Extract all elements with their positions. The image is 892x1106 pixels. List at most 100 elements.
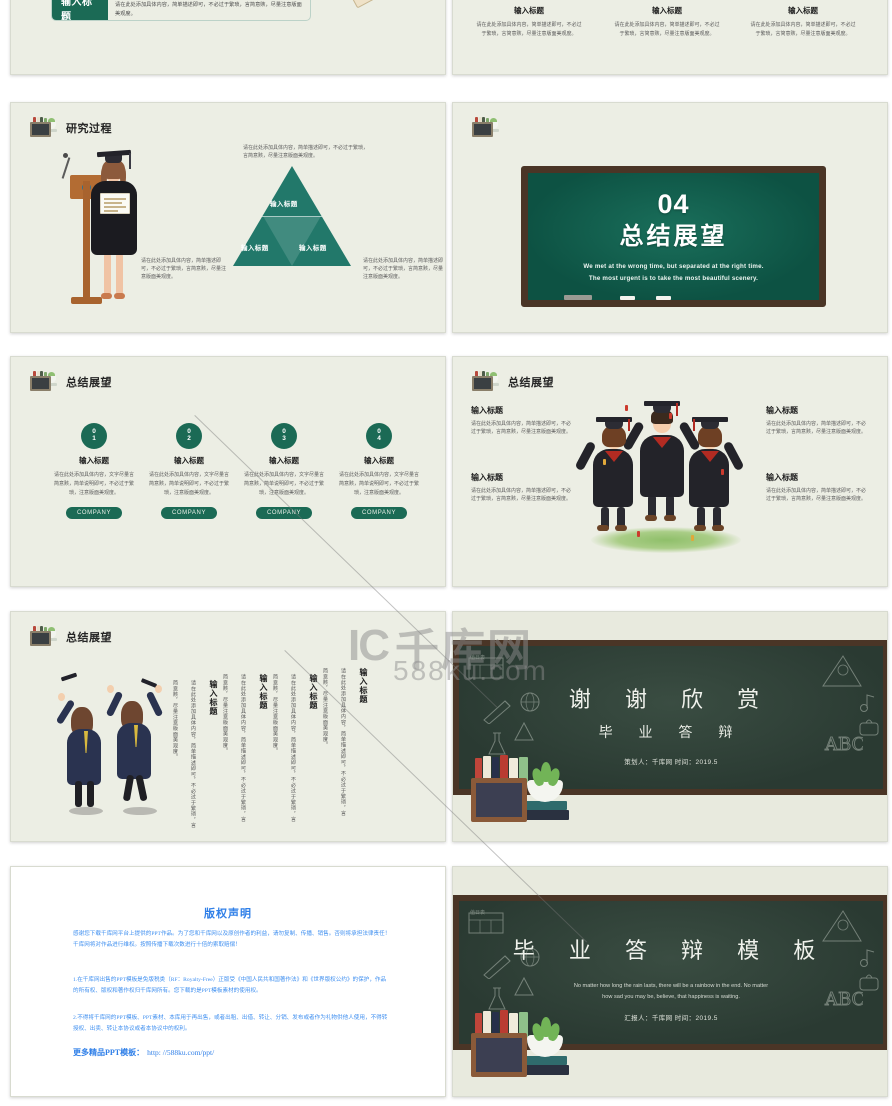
doodle-geometry-icon bbox=[822, 655, 862, 687]
caption-text: 请在此处添加具体内容，简单描述即可，不必过于繁琐，言简意赅，尽量注意版面美观度。 bbox=[750, 22, 856, 37]
section-english-1: We met at the wrong time, but separated … bbox=[583, 263, 764, 270]
block-title: 输入标题 bbox=[471, 406, 503, 415]
caption-text: 请在此处添加具体内容，简单描述即可，不必过于繁琐，言简意赅，尽量注意版面美观度。 bbox=[476, 22, 582, 37]
slide-thumbnail-content-list[interactable]: 输入标题 请在此处添加具体内容，简单描述即可，不必过于繁琐，言简意赅，尽量注意版… bbox=[10, 0, 446, 75]
company-button[interactable]: COMPANY bbox=[160, 507, 218, 519]
step-title: 输入标题 bbox=[269, 456, 299, 465]
slide-header: 总结展望 bbox=[29, 371, 112, 392]
vertical-column-text: 请在此处添加具体内容，简单描述即可，不必过于繁琐，言简意赅，尽量注意版面美观度。 bbox=[222, 674, 252, 824]
step-text: 请在此处添加具体内容，文字尽量言简意赅，简单说明即可，不必过于繁琐，注意版面美观… bbox=[53, 472, 134, 496]
podium-graduate-illustration bbox=[59, 145, 169, 317]
tag-text: 请在此处添加具体内容，简单描述即可，不必过于繁琐，言简意赅，尽量注意版面美观度。 bbox=[115, 2, 302, 17]
step-number-badge: 0 2 bbox=[176, 423, 202, 449]
caption-title: 输入标题 bbox=[652, 6, 682, 15]
vertical-title: 输入标题 bbox=[309, 674, 318, 710]
block-title: 输入标题 bbox=[766, 473, 798, 482]
slide-thumbnail-copyright[interactable]: 版权声明 感谢您下载千库网平台上提供的PPT作品。为了您和千库网以及原创作者的利… bbox=[10, 866, 446, 1097]
mini-chalkboard bbox=[471, 778, 527, 822]
doodle-note-icon bbox=[860, 949, 875, 967]
graduate-figure bbox=[83, 145, 153, 315]
doodle-label: 值日表 bbox=[470, 655, 486, 661]
block-text: 请在此处添加具体内容，简单描述即可，不必过于繁琐，言简意赅，尽量注意版面美观度。 bbox=[471, 488, 572, 502]
step-number-bottom: 1 bbox=[92, 435, 96, 442]
confetti bbox=[669, 413, 672, 419]
slide-header bbox=[471, 117, 499, 138]
slide-title: 总结展望 bbox=[66, 631, 112, 644]
block-title: 输入标题 bbox=[766, 406, 798, 415]
slide-header: 总结展望 bbox=[29, 626, 112, 647]
shadow bbox=[123, 807, 157, 815]
vertical-title: 输入标题 bbox=[209, 680, 218, 716]
company-button[interactable]: COMPANY bbox=[350, 507, 408, 519]
slide-thumbnail-research-process[interactable]: 研究过程 请在此处添加具体内容，简单描述即可，不必过于繁琐，言简意赅，尽量注意版… bbox=[10, 102, 446, 333]
book-stack bbox=[525, 801, 567, 810]
top-description: 请在此处添加具体内容，简单描述即可，不必过于繁琐，言简意赅，尽量注意版面美观度。 bbox=[243, 145, 369, 159]
slide-thumbnail-thanks[interactable]: 值日表 ABC 谢 谢 欣 赏 毕 业 答 辩 策划人：千库网 时间：2019.… bbox=[452, 611, 888, 842]
copyright-paragraph-3: 2.不得将千库网的PPT模板、PPT素材、本库用于再出售，或者出租、出借、转让、… bbox=[73, 1015, 388, 1033]
vertical-column: 输入标题 bbox=[254, 674, 272, 824]
block-text: 请在此处添加具体内容，简单描述即可，不必过于繁琐，言简意赅，尽量注意版面美观度。 bbox=[471, 421, 572, 435]
chalk-icon bbox=[656, 296, 671, 300]
slide-thumbnail-cover-title[interactable]: 值日表 ABC 毕 业 答 辩 模 板 No matter how long t… bbox=[452, 866, 888, 1097]
graduate-back-right bbox=[105, 685, 167, 805]
chalkboard-icon bbox=[29, 371, 57, 392]
caption-title: 输入标题 bbox=[788, 6, 818, 15]
slide-thumbnail-three-column[interactable]: 输入标题 请在此处添加具体内容，简单描述即可，不必过于繁琐，言简意赅，尽量注意版… bbox=[452, 0, 888, 75]
step-number-badge: 0 3 bbox=[271, 423, 297, 449]
doodle-note-icon bbox=[860, 694, 875, 712]
chalkboard-panel: 04 总结展望 We met at the wrong time, but se… bbox=[521, 166, 826, 307]
text-block: 输入标题 请在此处添加具体内容，简单描述即可，不必过于繁琐，言简意赅，尽量注意版… bbox=[471, 472, 575, 504]
tag-row: 输入标题 请在此处添加具体内容，简单描述即可，不必过于繁琐，言简意赅，尽量注意版… bbox=[51, 0, 311, 21]
slide-title: 总结展望 bbox=[508, 376, 554, 389]
chalkboard-icon bbox=[471, 117, 499, 138]
doodle-geometry-icon bbox=[822, 910, 862, 942]
graduate-right bbox=[681, 415, 745, 555]
shadow bbox=[69, 807, 103, 815]
step-text: 请在此处添加具体内容，文字尽量言简意赅，简单说明即可，不必过于繁琐，注意版面美观… bbox=[338, 472, 419, 496]
slide-thumbnail-summary-steps[interactable]: 总结展望 0 1 输入标题 请在此处添加具体内容，文字尽量言简意赅，简单说明即可… bbox=[10, 356, 446, 587]
step-title: 输入标题 bbox=[79, 456, 109, 465]
mini-chalkboard bbox=[471, 1033, 527, 1077]
three-graduates-illustration bbox=[573, 399, 763, 564]
caption-column: 输入标题 请在此处添加具体内容，简单描述即可，不必过于繁琐，言简意赅，尽量注意版… bbox=[613, 5, 721, 39]
vertical-column: 输入标题 bbox=[304, 674, 322, 824]
slide-header: 总结展望 bbox=[471, 371, 554, 392]
doodle-ruler-icon bbox=[514, 721, 534, 741]
right-description: 请在此处添加具体内容，简单描述即可，不必过于繁琐，言简意赅，尽量注意版面美观度。 bbox=[363, 258, 444, 280]
slide-header: 研究过程 bbox=[29, 117, 112, 138]
company-button[interactable]: COMPANY bbox=[255, 507, 313, 519]
copyright-title: 版权声明 bbox=[204, 908, 252, 920]
more-templates-label: 更多精品PPT模板： bbox=[73, 1048, 145, 1057]
doodle-ruler-icon bbox=[514, 976, 534, 996]
confetti bbox=[625, 405, 628, 411]
left-description: 请在此处添加具体内容，简单描述即可，不必过于繁琐，言简意赅，尽量注意版面美观度。 bbox=[141, 258, 227, 280]
planter-pot bbox=[527, 1035, 563, 1057]
doodle-globe-icon bbox=[520, 947, 540, 967]
slide-thumbnail-summary-graduates[interactable]: 总结展望 输入标题 请在此处添加具体内容，简单描述即可，不必过于繁琐，言简意赅，… bbox=[452, 356, 888, 587]
step-number-bottom: 3 bbox=[282, 435, 286, 442]
vertical-title: 输入标题 bbox=[259, 674, 268, 710]
step-text: 请在此处添加具体内容，文字尽量言简意赅，简单说明即可，不必过于繁琐，注意版面美观… bbox=[243, 472, 324, 496]
vertical-text: 请在此处添加具体内容，简单描述即可，不必过于繁琐，言简意赅，尽量注意版面美观度。 bbox=[272, 674, 296, 823]
section-title: 总结展望 bbox=[619, 223, 728, 250]
vertical-text: 请在此处添加具体内容，简单描述即可，不必过于繁琐，言简意赅，尽量注意版面美观度。 bbox=[222, 674, 246, 823]
confetti bbox=[603, 459, 606, 465]
triangle-label-right: 输入标题 bbox=[299, 245, 327, 252]
vertical-column: 输入标题 bbox=[204, 680, 222, 830]
vertical-column: 输入标题 bbox=[354, 668, 372, 818]
desk-objects bbox=[467, 999, 607, 1077]
text-block: 输入标题 请在此处添加具体内容，简单描述即可，不必过于繁琐，言简意赅，尽量注意版… bbox=[471, 405, 575, 437]
doodle-paintbrush-icon bbox=[483, 700, 511, 724]
confetti bbox=[721, 469, 724, 475]
company-button[interactable]: COMPANY bbox=[65, 507, 123, 519]
slide-thumbnail-section-divider[interactable]: 04 总结展望 We met at the wrong time, but se… bbox=[452, 102, 888, 333]
triangle-diagram: 输入标题 输入标题 输入标题 bbox=[233, 166, 351, 266]
step-item: 0 2 输入标题 请在此处添加具体内容，文字尽量言简意赅，简单说明即可，不必过于… bbox=[139, 423, 239, 519]
step-item: 0 3 输入标题 请在此处添加具体内容，文字尽量言简意赅，简单说明即可，不必过于… bbox=[234, 423, 334, 519]
more-templates-link[interactable]: http: //588ku.com/ppt/ bbox=[147, 1048, 214, 1057]
planter-pot bbox=[527, 780, 563, 802]
slide-thumbnail-summary-vertical[interactable]: 总结展望 输入标题 请在此处添加具体内容，简单描述即可，不必过于繁琐，言简意赅，… bbox=[10, 611, 446, 842]
caption-text: 请在此处添加具体内容，简单描述即可，不必过于繁琐，言简意赅，尽量注意版面美观度。 bbox=[614, 22, 720, 37]
section-english-2: The most urgent is to take the most beau… bbox=[588, 275, 759, 283]
text-block: 输入标题 请在此处添加具体内容，简单描述即可，不必过于繁琐，言简意赅，尽量注意版… bbox=[766, 405, 870, 437]
